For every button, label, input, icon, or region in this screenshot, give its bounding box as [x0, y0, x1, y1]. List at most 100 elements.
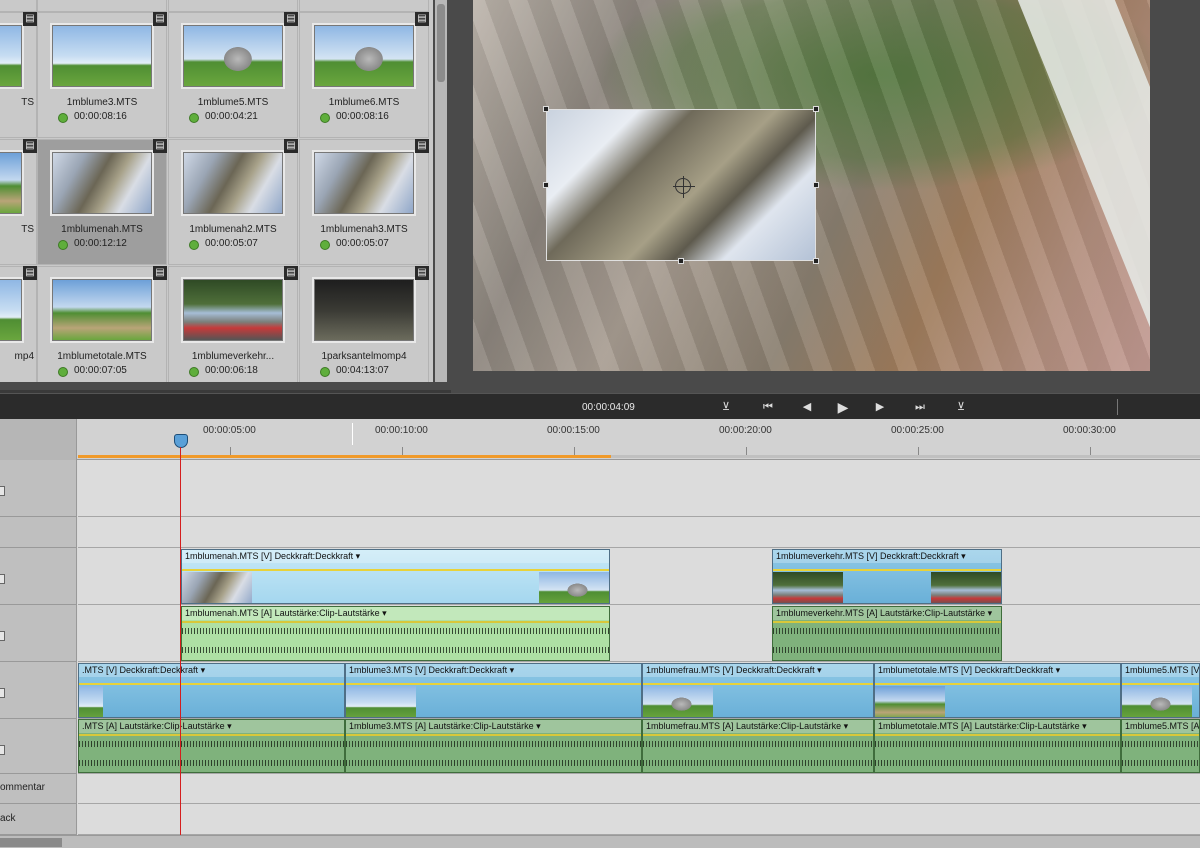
clip-header[interactable]: 1mblume3.MTS [V] Deckkraft:Deckkraft [346, 664, 641, 677]
clip-header[interactable]: 1mblumetotale.MTS [A] Lautstärke:Clip-La… [875, 720, 1120, 733]
volume-keyline[interactable] [346, 734, 641, 736]
lock-icon[interactable] [0, 688, 5, 698]
media-tile[interactable]: ▤ mp4 [0, 266, 37, 382]
opacity-keyline[interactable] [182, 569, 609, 571]
track-header-video-3[interactable] [0, 460, 77, 517]
effect-dropdown[interactable]: Lautstärke:Clip-Lautstärke [275, 608, 387, 618]
track-header-soundtrack[interactable]: ack [0, 804, 77, 835]
media-scrollbar-thumb[interactable] [437, 4, 445, 82]
media-tile[interactable]: ▤ 1mblume5.MTS 00:00:04:21 [168, 12, 298, 138]
lock-icon[interactable] [0, 486, 5, 496]
media-scrollbar[interactable] [435, 0, 447, 382]
clip-header[interactable]: 1mblumenah.MTS [A] Lautstärke:Clip-Lauts… [182, 607, 609, 620]
clip-header[interactable]: 1mblume5.MTS [A] [1122, 720, 1199, 733]
clip-header[interactable]: .MTS [A] Lautstärke:Clip-Lautstärke [79, 720, 344, 733]
track-header-audio-1[interactable] [0, 719, 77, 774]
track-header-audio-2[interactable] [0, 605, 77, 662]
volume-keyline[interactable] [1122, 734, 1199, 736]
audio-clip[interactable]: 1mblumefrau.MTS [A] Lautstärke:Clip-Laut… [642, 719, 874, 773]
clip-header[interactable]: .MTS [V] Deckkraft:Deckkraft [79, 664, 344, 677]
track-header-commentary[interactable]: ommentar [0, 774, 77, 804]
anchor-crosshair-icon[interactable] [673, 176, 695, 198]
clip-header[interactable]: 1mblumeverkehr.MTS [V] Deckkraft:Deckkra… [773, 550, 1001, 563]
lock-icon[interactable] [0, 745, 5, 755]
video-clip[interactable]: 1mblume3.MTS [V] Deckkraft:Deckkraft [345, 663, 642, 718]
effect-dropdown[interactable]: Deckkraft:Deckkraft [880, 551, 966, 561]
opacity-keyline[interactable] [79, 683, 344, 685]
effect-dropdown[interactable]: Lautstärke:Clip-Lautstärke [736, 721, 848, 731]
audio-clip[interactable]: 1mblume5.MTS [A] [1121, 719, 1200, 773]
work-area-marker[interactable] [352, 423, 353, 445]
resize-handle-bottom-right[interactable] [813, 258, 819, 264]
effect-dropdown[interactable]: Lautstärke:Clip-Lautstärke [880, 608, 992, 618]
timeline-scrollbar[interactable] [0, 835, 1200, 848]
lock-icon[interactable] [0, 574, 5, 584]
video-clip[interactable]: 1mblume5.MTS [V] [1121, 663, 1200, 718]
clip-header[interactable]: 1mblumetotale.MTS [V] Deckkraft:Deckkraf… [875, 664, 1120, 677]
effect-dropdown[interactable]: Deckkraft:Deckkraft [975, 665, 1061, 675]
opacity-keyline[interactable] [773, 569, 1001, 571]
track-header-video-2[interactable] [0, 548, 77, 605]
mark-out-icon[interactable]: ⊻ [950, 398, 972, 416]
audio-clip[interactable]: 1mblumenah.MTS [A] Lautstärke:Clip-Lauts… [181, 606, 610, 661]
opacity-keyline[interactable] [1122, 683, 1199, 685]
go-to-start-icon[interactable]: ⏮ [757, 398, 779, 416]
effect-dropdown[interactable]: Lautstärke:Clip-Lautstärke [429, 721, 541, 731]
media-tile[interactable]: ▤ TS [0, 139, 37, 265]
audio-clip[interactable]: 1mblume3.MTS [A] Lautstärke:Clip-Lautstä… [345, 719, 642, 773]
clip-header[interactable]: 1mblumenah.MTS [V] Deckkraft:Deckkraft [182, 550, 609, 563]
track-header-video-1[interactable] [0, 662, 77, 719]
media-tile[interactable] [299, 0, 429, 12]
video-clip[interactable]: 1mblumetotale.MTS [V] Deckkraft:Deckkraf… [874, 663, 1121, 718]
media-tile[interactable]: ▤ 1mblume3.MTS 00:00:08:16 [37, 12, 167, 138]
video-clip[interactable]: 1mblumefrau.MTS [V] Deckkraft:Deckkraft [642, 663, 874, 718]
monitor-preview[interactable] [473, 0, 1150, 371]
current-timecode[interactable]: 00:00:04:09 [582, 402, 635, 413]
clip-header[interactable]: 1mblumefrau.MTS [A] Lautstärke:Clip-Laut… [643, 720, 873, 733]
lane-audio-3[interactable] [78, 517, 1200, 548]
go-to-end-icon[interactable]: ⏭ [909, 398, 931, 416]
media-tile[interactable]: ▤ 1mblume6.MTS 00:00:08:16 [299, 12, 429, 138]
resize-handle-right[interactable] [813, 182, 819, 188]
effect-dropdown[interactable]: Lautstärke:Clip-Lautstärke [120, 721, 232, 731]
volume-keyline[interactable] [79, 734, 344, 736]
video-clip[interactable]: 1mblumenah.MTS [V] Deckkraft:Deckkraft [181, 549, 610, 604]
effect-dropdown[interactable]: Deckkraft:Deckkraft [120, 665, 206, 675]
media-tile[interactable] [168, 0, 298, 12]
mark-in-icon[interactable]: ⊻ [715, 398, 737, 416]
media-tile[interactable]: ▤ 1mblumeverkehr... 00:00:06:18 [168, 266, 298, 382]
track-header-audio-3[interactable] [0, 517, 77, 548]
picture-in-picture-overlay[interactable] [546, 109, 816, 261]
volume-keyline[interactable] [643, 734, 873, 736]
media-tile[interactable] [37, 0, 167, 12]
step-back-icon[interactable]: ◀ [796, 398, 818, 416]
opacity-keyline[interactable] [875, 683, 1120, 685]
lock-icon[interactable] [0, 631, 5, 641]
resize-handle-top-right[interactable] [813, 106, 819, 112]
media-tile[interactable] [0, 0, 37, 12]
opacity-keyline[interactable] [643, 683, 873, 685]
clip-header[interactable]: 1mblumeverkehr.MTS [A] Lautstärke:Clip-L… [773, 607, 1001, 620]
opacity-keyline[interactable] [346, 683, 641, 685]
audio-clip[interactable]: 1mblumeverkehr.MTS [A] Lautstärke:Clip-L… [772, 606, 1002, 661]
effect-dropdown[interactable]: Deckkraft:Deckkraft [429, 665, 515, 675]
media-tile[interactable]: ▤ 1mblumenah2.MTS 00:00:05:07 [168, 139, 298, 265]
playhead-line[interactable] [180, 447, 181, 835]
lane-commentary[interactable] [78, 774, 1200, 804]
audio-clip[interactable]: 1mblumetotale.MTS [A] Lautstärke:Clip-La… [874, 719, 1121, 773]
media-tile[interactable]: ▤ 1mblumetotale.MTS 00:00:07:05 [37, 266, 167, 382]
video-clip[interactable]: .MTS [V] Deckkraft:Deckkraft [78, 663, 345, 718]
play-icon[interactable]: ▶ [832, 398, 854, 416]
media-tile-selected[interactable]: ▤ 1mblumenah.MTS 00:00:12:12 [37, 139, 167, 265]
resize-handle-bottom[interactable] [678, 258, 684, 264]
lane-soundtrack[interactable] [78, 804, 1200, 835]
clip-header[interactable]: 1mblumefrau.MTS [V] Deckkraft:Deckkraft [643, 664, 873, 677]
audio-clip[interactable]: .MTS [A] Lautstärke:Clip-Lautstärke [78, 719, 345, 773]
step-forward-icon[interactable]: ▶ [869, 398, 891, 416]
volume-keyline[interactable] [875, 734, 1120, 736]
video-clip[interactable]: 1mblumeverkehr.MTS [V] Deckkraft:Deckkra… [772, 549, 1002, 604]
media-tile[interactable]: ▤ 1parksantelmomp4 00:04:13:07 [299, 266, 429, 382]
lane-video-3[interactable] [78, 460, 1200, 517]
effect-dropdown[interactable]: Lautstärke:Clip-Lautstärke [975, 721, 1087, 731]
media-tile[interactable]: ▤ TS [0, 12, 37, 138]
